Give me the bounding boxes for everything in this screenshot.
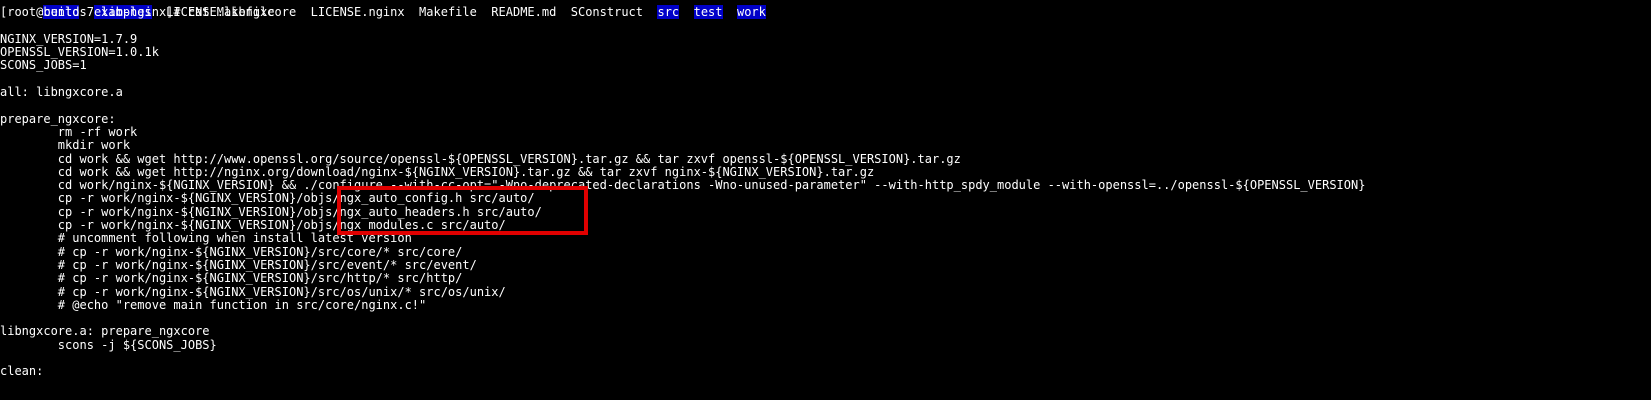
- makefile-line: cd work/nginx-${NGINX_VERSION} && ./conf…: [0, 178, 1366, 193]
- makefile-line: # uncomment following when install lates…: [0, 231, 412, 246]
- makefile-line: cp -r work/nginx-${NGINX_VERSION}/objs/n…: [0, 218, 506, 233]
- dir-src: src: [657, 5, 680, 20]
- makefile-line: OPENSSL_VERSION=1.0.1k: [0, 45, 159, 60]
- makefile-line: libngxcore.a: prepare_ngxcore: [0, 324, 210, 339]
- makefile-line: # cp -r work/nginx-${NGINX_VERSION}/src/…: [0, 244, 463, 259]
- makefile-line: # cp -r work/nginx-${NGINX_VERSION}/src/…: [0, 271, 463, 286]
- makefile-line: NGINX_VERSION=1.7.9: [0, 31, 138, 46]
- makefile-line: mkdir work: [0, 138, 131, 153]
- makefile-line: cp -r work/nginx-${NGINX_VERSION}/objs/n…: [0, 191, 535, 206]
- makefile-line: # cp -r work/nginx-${NGINX_VERSION}/src/…: [0, 284, 506, 299]
- makefile-line: scons -j ${SCONS_JOBS}: [0, 337, 217, 352]
- terminal-window[interactable]: build examples LICENSE.libngxcore LICENS…: [0, 0, 1651, 400]
- dir-test: test: [693, 5, 723, 20]
- listing-sep: [723, 5, 737, 19]
- makefile-line: prepare_ngxcore:: [0, 111, 116, 126]
- makefile-line: clean:: [0, 364, 44, 379]
- makefile-line: SCONS_JOBS=1: [0, 58, 87, 73]
- makefile-line: all: libngxcore.a: [0, 85, 123, 100]
- makefile-line: cp -r work/nginx-${NGINX_VERSION}/objs/n…: [0, 204, 542, 219]
- listing-sep: [679, 5, 693, 19]
- makefile-line: # cp -r work/nginx-${NGINX_VERSION}/src/…: [0, 257, 477, 272]
- makefile-line: # @echo "remove main function in src/cor…: [0, 297, 427, 312]
- makefile-line: rm -rf work: [0, 124, 138, 139]
- dir-work: work: [736, 5, 766, 20]
- terminal-output: build examples LICENSE.libngxcore LICENS…: [0, 0, 1365, 379]
- makefile-line: cd work && wget http://nginx.org/downloa…: [0, 164, 875, 179]
- red-annotation-box: [337, 186, 588, 235]
- makefile-line: cd work && wget http://www.openssl.org/s…: [0, 151, 961, 166]
